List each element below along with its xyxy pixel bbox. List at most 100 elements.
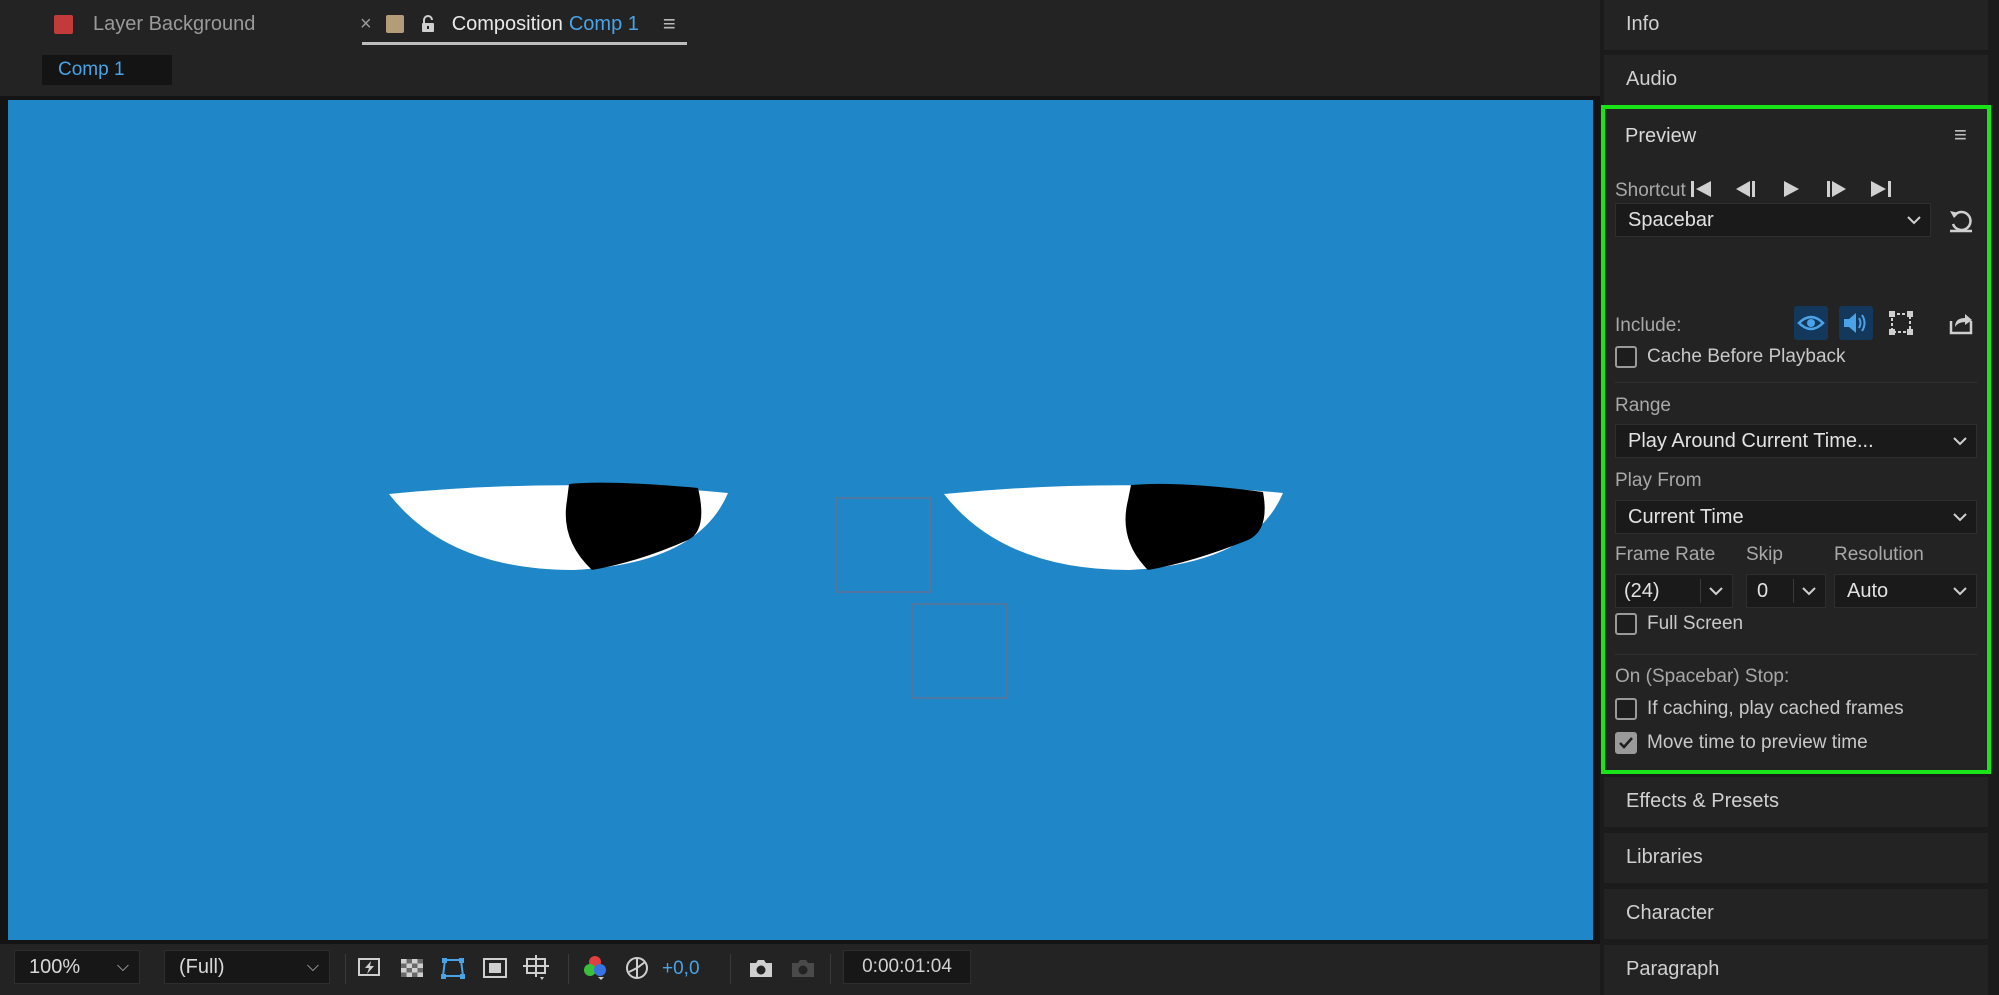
fast-previews-icon[interactable]: [355, 953, 385, 983]
play-from-value: Current Time: [1628, 506, 1744, 528]
on-stop-label: On (Spacebar) Stop:: [1615, 666, 1790, 687]
comp-color-swatch: [385, 15, 404, 33]
close-tab-icon[interactable]: ×: [360, 13, 372, 36]
cache-before-playback-checkbox[interactable]: Cache Before Playback: [1615, 346, 1846, 368]
skip-dropdown[interactable]: 0: [1746, 574, 1826, 608]
snapshot-camera-icon[interactable]: [746, 953, 776, 983]
include-video-eye-icon[interactable]: [1794, 306, 1828, 340]
checkbox-box[interactable]: [1615, 698, 1637, 720]
toolbar-divider: [730, 954, 731, 984]
move-time-label: Move time to preview time: [1647, 732, 1868, 753]
range-dropdown[interactable]: Play Around Current Time...: [1615, 424, 1977, 458]
grid-guides-icon[interactable]: [521, 953, 551, 983]
resolution-dropdown[interactable]: Auto: [1834, 574, 1977, 608]
paragraph-panel-header[interactable]: Paragraph: [1604, 945, 1988, 995]
full-screen-label: Full Screen: [1647, 613, 1744, 634]
range-value: Play Around Current Time...: [1628, 430, 1874, 452]
effects-presets-panel-header[interactable]: Effects & Presets: [1604, 777, 1988, 827]
composition-viewer[interactable]: [0, 96, 1600, 944]
info-panel-title: Info: [1626, 13, 1660, 35]
chevron-down-icon: ⌵: [306, 958, 319, 975]
tab-bar: Layer Background × Composition Comp 1 ≡: [0, 0, 1600, 48]
libraries-panel-title: Libraries: [1626, 846, 1703, 868]
field-divider: [1700, 579, 1701, 603]
frame-rate-value: (24): [1624, 580, 1660, 602]
layer-bounding-box[interactable]: [835, 497, 931, 593]
cache-before-playback-label: Cache Before Playback: [1647, 346, 1846, 367]
breadcrumb-comp[interactable]: Comp 1: [42, 55, 172, 85]
section-divider: [1615, 654, 1977, 655]
left-eye[interactable]: [389, 482, 728, 570]
checkbox-box-checked[interactable]: [1615, 732, 1637, 754]
chevron-down-icon: [1801, 576, 1817, 616]
frame-rate-label: Frame Rate: [1615, 544, 1716, 565]
include-overlays-icon[interactable]: [1884, 306, 1918, 340]
export-icon[interactable]: [1947, 309, 1975, 337]
magnification-dropdown[interactable]: 100% ⌵: [14, 950, 140, 984]
resolution-label: Resolution: [1834, 544, 1924, 565]
panel-menu-icon[interactable]: ≡: [1954, 122, 1967, 148]
reset-shortcut-icon[interactable]: [1947, 207, 1975, 235]
chevron-down-icon: ⌵: [116, 958, 129, 975]
play-icon[interactable]: [1776, 174, 1806, 204]
toolbar-divider: [830, 954, 831, 984]
tab-layer-label: Layer Background: [93, 12, 256, 35]
checkbox-box[interactable]: [1615, 613, 1637, 635]
layer-bounding-box[interactable]: [911, 603, 1007, 699]
checkmark-icon: [1619, 737, 1633, 749]
if-caching-checkbox[interactable]: If caching, play cached frames: [1615, 698, 1904, 720]
region-of-interest-icon[interactable]: [480, 953, 510, 983]
character-panel-header[interactable]: Character: [1604, 889, 1988, 939]
panel-menu-icon[interactable]: ≡: [663, 11, 676, 37]
next-frame-icon[interactable]: [1821, 174, 1851, 204]
preview-panel-title: Preview: [1625, 125, 1697, 147]
shortcut-dropdown[interactable]: Spacebar: [1615, 203, 1931, 237]
layer-color-swatch: [54, 14, 73, 34]
toolbar-divider: [568, 954, 569, 984]
resolution-value: (Full): [179, 956, 225, 978]
character-panel-title: Character: [1626, 902, 1714, 924]
paragraph-panel-title: Paragraph: [1626, 958, 1720, 980]
chevron-down-icon: [1952, 576, 1968, 616]
checkbox-box[interactable]: [1615, 346, 1637, 368]
skip-value: 0: [1757, 580, 1769, 602]
reset-exposure-icon[interactable]: [622, 953, 652, 983]
preview-panel: Preview ≡ Shortcut Spacebar Include: Cac…: [1604, 108, 1988, 770]
resolution-dropdown[interactable]: (Full) ⌵: [164, 950, 330, 984]
field-divider: [1793, 579, 1794, 603]
audio-panel-header[interactable]: Audio: [1604, 55, 1988, 105]
show-snapshot-icon[interactable]: [788, 953, 818, 983]
canvas-artwork: [389, 482, 1283, 699]
transparency-grid-icon[interactable]: [397, 953, 427, 983]
first-frame-icon[interactable]: [1686, 174, 1716, 204]
full-screen-checkbox[interactable]: Full Screen: [1615, 613, 1743, 635]
previous-frame-icon[interactable]: [1731, 174, 1761, 204]
last-frame-icon[interactable]: [1866, 174, 1896, 204]
play-from-dropdown[interactable]: Current Time: [1615, 500, 1977, 534]
tab-layer-background[interactable]: Layer Background: [54, 10, 255, 38]
composition-canvas[interactable]: [8, 100, 1593, 940]
audio-panel-title: Audio: [1626, 68, 1678, 90]
magnification-value: 100%: [29, 956, 81, 978]
include-audio-speaker-icon[interactable]: [1839, 306, 1873, 340]
tab-composition[interactable]: × Composition Comp 1 ≡: [360, 10, 676, 38]
chevron-down-icon: [1952, 502, 1968, 542]
show-channel-icon[interactable]: [580, 953, 610, 983]
unlock-icon[interactable]: [420, 15, 436, 33]
section-divider: [1615, 382, 1977, 383]
shortcut-value: Spacebar: [1628, 209, 1714, 231]
tab-composition-prefix: Composition: [451, 12, 563, 35]
chevron-down-icon: [1708, 576, 1724, 616]
include-label: Include:: [1615, 315, 1682, 336]
libraries-panel-header[interactable]: Libraries: [1604, 833, 1988, 883]
current-time-display[interactable]: 0:00:01:04: [843, 950, 971, 984]
exposure-value[interactable]: +0,0: [662, 958, 700, 980]
info-panel-header[interactable]: Info: [1604, 0, 1988, 50]
move-time-checkbox[interactable]: Move time to preview time: [1615, 732, 1868, 754]
viewer-toolbar: 100% ⌵ (Full) ⌵ +0,0 0:00:01:04: [0, 944, 1600, 995]
breadcrumb-bar: Comp 1: [0, 48, 1600, 96]
mask-visibility-icon[interactable]: [438, 953, 468, 983]
if-caching-label: If caching, play cached frames: [1647, 698, 1904, 719]
right-eye[interactable]: [944, 483, 1283, 570]
frame-rate-dropdown[interactable]: (24): [1615, 574, 1733, 608]
